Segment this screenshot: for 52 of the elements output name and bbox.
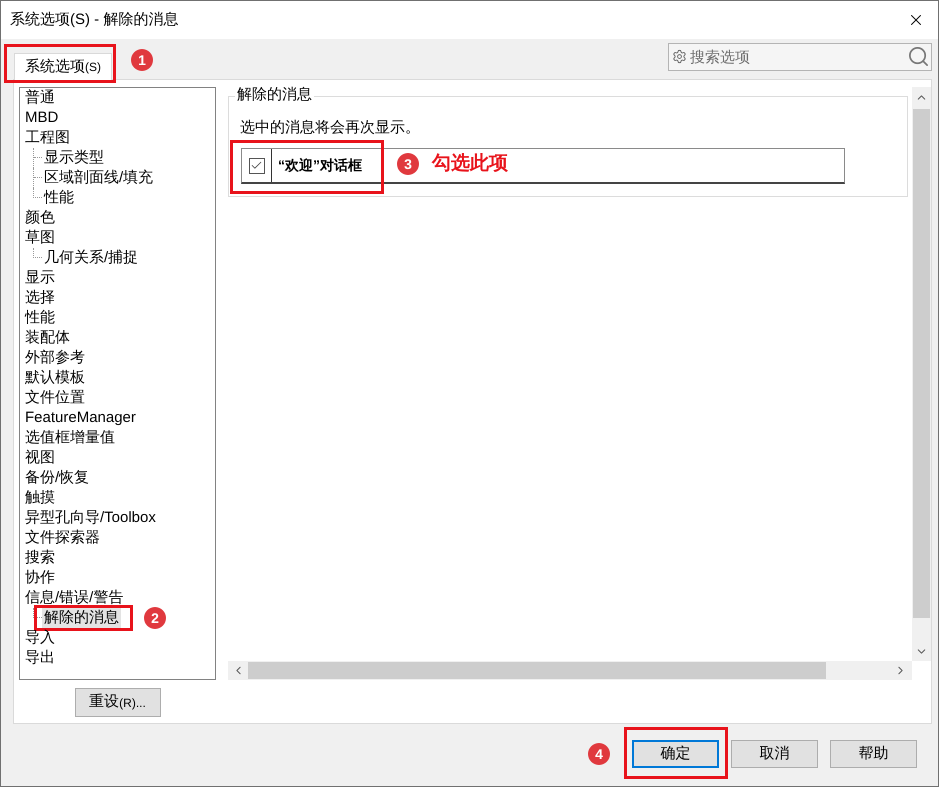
dialog-button[interactable]: 帮助 bbox=[830, 740, 917, 768]
dialog-button[interactable]: 确定 bbox=[632, 740, 719, 768]
tree-item[interactable]: 工程图 bbox=[23, 128, 72, 148]
annotation-note: 勾选此项 bbox=[432, 152, 508, 176]
tab[interactable]: 系统选项(S) bbox=[14, 53, 112, 80]
step-number-badge: 4 bbox=[588, 743, 610, 765]
step-number-badge: 2 bbox=[144, 607, 166, 629]
tree-item[interactable]: MBD bbox=[23, 108, 60, 128]
tree-item[interactable]: 信息/错误/警告 bbox=[23, 588, 126, 608]
dialog-button[interactable]: 取消 bbox=[731, 740, 818, 768]
tree-item[interactable]: 显示 bbox=[23, 268, 57, 288]
search-field[interactable]: 搜索选项 bbox=[668, 43, 932, 71]
tree-item[interactable]: 几何关系/捕捉 bbox=[42, 248, 140, 268]
vertical-scrollbar[interactable] bbox=[912, 87, 931, 661]
tree-connector-line bbox=[33, 248, 42, 258]
checkbox[interactable] bbox=[248, 158, 264, 174]
settings-icon bbox=[672, 49, 687, 64]
tree-item[interactable]: 颜色 bbox=[23, 208, 57, 228]
horizontal-scrollbar[interactable] bbox=[228, 661, 912, 680]
tree-connector-line bbox=[33, 148, 42, 168]
tree-item[interactable]: 视图 bbox=[23, 448, 57, 468]
search-icon[interactable] bbox=[907, 45, 930, 68]
tree-item[interactable]: 显示类型 bbox=[42, 148, 106, 168]
tree-item[interactable]: 协作 bbox=[23, 568, 57, 588]
tree-item[interactable]: 装配体 bbox=[23, 328, 72, 348]
tree-item[interactable]: 区域剖面线/填充 bbox=[42, 168, 156, 188]
tree-item[interactable]: 外部参考 bbox=[23, 348, 87, 368]
tree-item[interactable]: FeatureManager bbox=[23, 408, 138, 428]
scrollbar-thumb[interactable] bbox=[913, 109, 930, 618]
tree-item[interactable]: 性能 bbox=[42, 188, 76, 208]
tree-item[interactable]: 默认模板 bbox=[23, 368, 87, 388]
window-title: 系统选项(S) - 解除的消息 bbox=[10, 10, 178, 30]
tree-item[interactable]: 选值框增量值 bbox=[23, 428, 117, 448]
tree-item[interactable]: 选择 bbox=[23, 288, 57, 308]
tree-item[interactable]: 草图 bbox=[23, 228, 57, 248]
description-text: 选中的消息将会再次显示。 bbox=[240, 118, 420, 138]
tree-item[interactable]: 文件位置 bbox=[23, 388, 87, 408]
step-number-badge: 3 bbox=[397, 153, 419, 175]
tree-item[interactable]: 普通 bbox=[23, 88, 57, 108]
tree-item[interactable]: 搜索 bbox=[23, 548, 57, 568]
tree-item[interactable]: 备份/恢复 bbox=[23, 468, 92, 488]
tree-item[interactable]: 性能 bbox=[23, 308, 57, 328]
tree-item[interactable]: 导出 bbox=[23, 648, 57, 668]
tree-item[interactable]: 解除的消息 bbox=[42, 608, 121, 628]
scrollbar-thumb[interactable] bbox=[248, 662, 826, 679]
tree-item[interactable]: 导入 bbox=[23, 628, 57, 648]
step-number-badge: 1 bbox=[131, 49, 153, 71]
tree-item[interactable]: 触摸 bbox=[23, 488, 57, 508]
reset-button[interactable]: 重设(R)... bbox=[74, 688, 160, 717]
tree-item[interactable]: 异型孔向导/Toolbox bbox=[23, 508, 158, 528]
message-label: “欢迎”对话框 bbox=[278, 156, 362, 175]
tree-item[interactable]: 文件探索器 bbox=[23, 528, 102, 548]
